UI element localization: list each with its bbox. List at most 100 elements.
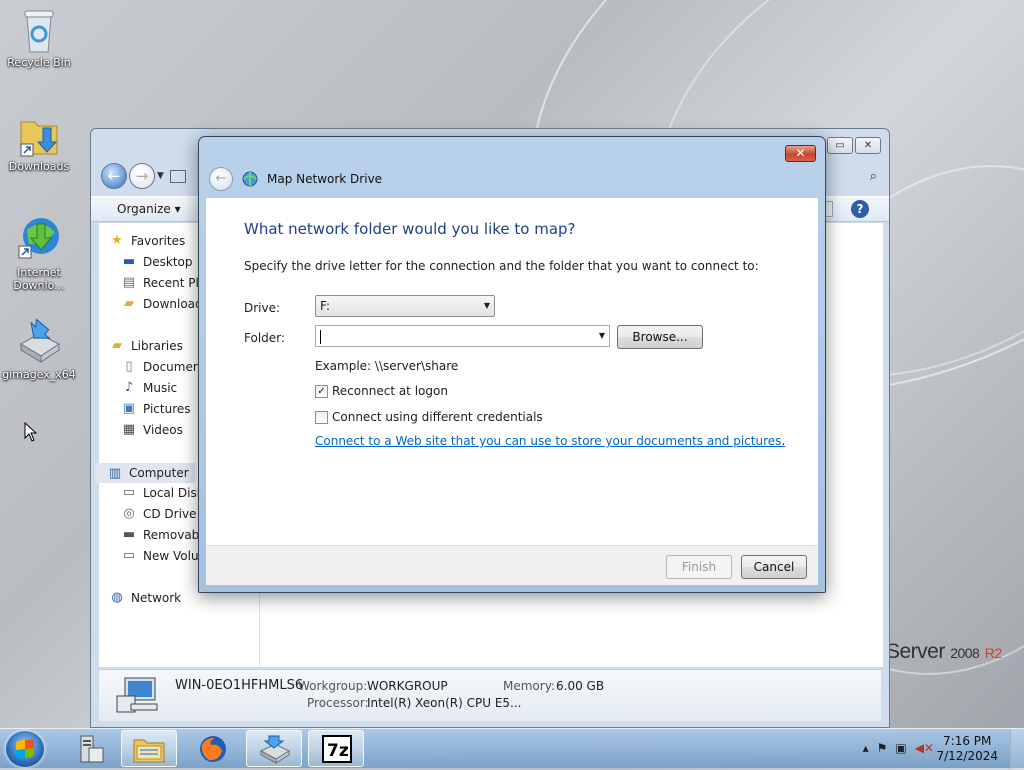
desktop-icon-recycle-bin[interactable]: Recycle Bin — [1, 6, 77, 69]
nav-cd-drive[interactable]: ◎ CD Drive — [121, 506, 196, 521]
workgroup-label: Workgroup: — [298, 679, 368, 693]
taskbar-firefox[interactable] — [184, 730, 240, 767]
tray-clock[interactable]: 7:16 PM 7/12/2024 — [936, 734, 998, 764]
nav-favorites[interactable]: ★ Favorites — [109, 233, 185, 248]
help-icon[interactable]: ? — [851, 200, 869, 218]
back-arrow-icon[interactable]: ← — [209, 167, 233, 191]
server-manager-icon — [80, 735, 104, 763]
computer-breadcrumb-icon[interactable] — [169, 169, 186, 183]
processor-label: Processor: — [307, 696, 369, 710]
recent-pages-chevron-icon[interactable]: ▼ — [157, 171, 164, 181]
nav-label: Pictures — [143, 401, 191, 416]
nav-desktop[interactable]: ▬ Desktop — [121, 254, 193, 269]
taskbar-gimagex[interactable] — [246, 730, 302, 767]
link-suffix: . — [781, 434, 786, 448]
dialog-title: Map Network Drive — [267, 172, 383, 186]
nav-documents[interactable]: ▯ Documer — [121, 359, 198, 374]
nav-label: Favorites — [131, 233, 186, 248]
nav-local-disk[interactable]: ▭ Local Disk — [121, 485, 204, 500]
back-arrow-icon[interactable]: ← — [101, 163, 127, 189]
dialog-close-button[interactable]: ✕ — [785, 145, 816, 162]
computer-icon: ▥ — [108, 465, 122, 481]
branding-version: 2008 — [950, 645, 980, 661]
map-network-drive-dialog: ✕ ← Map Network Drive What network folde… — [198, 136, 826, 593]
local-disk-icon: ▭ — [122, 485, 136, 500]
chevron-down-icon[interactable]: ▼ — [599, 329, 605, 343]
branding-word: Server — [886, 640, 945, 663]
view-options-icon[interactable] — [825, 201, 833, 217]
nav-computer[interactable]: ▥ Computer — [95, 463, 195, 483]
action-center-flag-icon[interactable]: ⚑ — [877, 741, 888, 755]
network-drive-icon — [242, 171, 258, 187]
computer-icon — [116, 677, 158, 713]
taskbar-7zip[interactable]: 7z — [308, 730, 364, 767]
nav-label: Libraries — [131, 338, 183, 353]
browse-button[interactable]: Browse... — [617, 325, 703, 349]
nav-label: Network — [131, 590, 182, 605]
cancel-button[interactable]: Cancel — [741, 555, 807, 579]
nav-label: Documer — [143, 359, 198, 374]
folder-label: Folder: — [244, 331, 285, 345]
nav-removable[interactable]: ▬ Removab — [121, 527, 199, 542]
reconnect-checkbox[interactable]: ✓ Reconnect at logon — [315, 384, 448, 398]
network-tray-icon[interactable]: ▣ — [895, 741, 906, 755]
folder-input[interactable]: ▼ — [315, 325, 610, 347]
volume-muted-icon[interactable]: ◀✕ — [915, 741, 934, 755]
windows-logo-icon — [16, 739, 34, 759]
forward-arrow-icon[interactable]: → — [129, 163, 155, 189]
nav-label: Local Disk — [143, 485, 204, 500]
desktop-icon-label: Recycle Bin — [7, 56, 71, 69]
maximize-button[interactable]: ▭ — [827, 137, 853, 154]
text-caret — [320, 329, 321, 344]
internet-download-manager-icon — [18, 218, 59, 259]
cd-drive-icon: ◎ — [123, 506, 135, 521]
clock-time: 7:16 PM — [943, 734, 992, 748]
search-icon[interactable]: ⌕ — [870, 169, 877, 184]
downloads-folder-icon — [20, 121, 58, 157]
organize-menu[interactable]: Organize ▾ — [117, 202, 181, 216]
nav-pictures[interactable]: ▣ Pictures — [121, 401, 191, 416]
desktop-icon-gimagex[interactable]: gimagex_x64 — [1, 318, 77, 381]
desktop-icon: ▬ — [122, 254, 136, 269]
web-storage-link[interactable]: Connect to a Web site that you can use t… — [315, 434, 781, 448]
recent-places-icon: ▤ — [122, 275, 136, 290]
taskbar-windows-explorer[interactable] — [121, 730, 177, 767]
computer-name: WIN-0EO1HFHMLS6 — [175, 678, 304, 693]
show-hidden-icons-chevron-icon[interactable]: ▴ — [863, 741, 869, 755]
libraries-icon: ▰ — [112, 338, 122, 353]
dialog-footer: Finish Cancel — [206, 545, 818, 585]
desktop-icon-label: gimagex_x64 — [2, 368, 76, 381]
show-desktop-button[interactable] — [1010, 729, 1024, 769]
dialog-header: ← Map Network Drive — [209, 167, 382, 191]
credentials-checkbox[interactable]: Connect using different credentials — [315, 410, 543, 424]
dialog-heading: What network folder would you like to ma… — [244, 220, 576, 238]
branding-release: R2 — [984, 645, 1002, 661]
nav-recent-places[interactable]: ▤ Recent Pl — [121, 275, 199, 290]
processor-value: Intel(R) Xeon(R) CPU E5... — [367, 696, 522, 710]
chevron-down-icon: ▼ — [483, 301, 490, 310]
start-button[interactable] — [6, 731, 44, 767]
nav-libraries[interactable]: ▰ Libraries — [109, 338, 183, 353]
reconnect-label: Reconnect at logon — [332, 384, 448, 398]
taskbar-server-manager[interactable] — [62, 730, 118, 767]
videos-icon: ▦ — [122, 422, 136, 437]
explorer-nav-buttons: ← → ▼ — [101, 163, 186, 189]
close-button[interactable]: ✕ — [855, 137, 881, 154]
finish-button[interactable]: Finish — [666, 555, 732, 579]
system-tray: ▴ ⚑ ▣ ◀✕ — [863, 741, 934, 755]
drive-label: Drive: — [244, 301, 281, 315]
nav-network[interactable]: ◍ Network — [109, 590, 181, 605]
checkbox-unchecked-icon[interactable] — [315, 410, 328, 424]
nav-videos[interactable]: ▦ Videos — [121, 422, 183, 437]
nav-new-volume[interactable]: ▭ New Volu — [121, 548, 199, 563]
nav-label: Videos — [143, 422, 183, 437]
desktop-icon-internet-download[interactable]: Internet Downlo... — [1, 214, 77, 292]
drive-select[interactable]: F: ▼ — [315, 295, 495, 317]
downloads-folder-icon: ▰ — [124, 296, 134, 311]
desktop-icon-downloads[interactable]: Downloads — [1, 110, 77, 173]
nav-music[interactable]: ♪ Music — [121, 380, 177, 395]
nav-downloads[interactable]: ▰ Downloads — [121, 296, 209, 311]
checkbox-checked-icon[interactable]: ✓ — [315, 384, 328, 398]
server-branding: Server 2008 R2 — [886, 640, 1002, 664]
svg-text:7z: 7z — [327, 741, 349, 761]
